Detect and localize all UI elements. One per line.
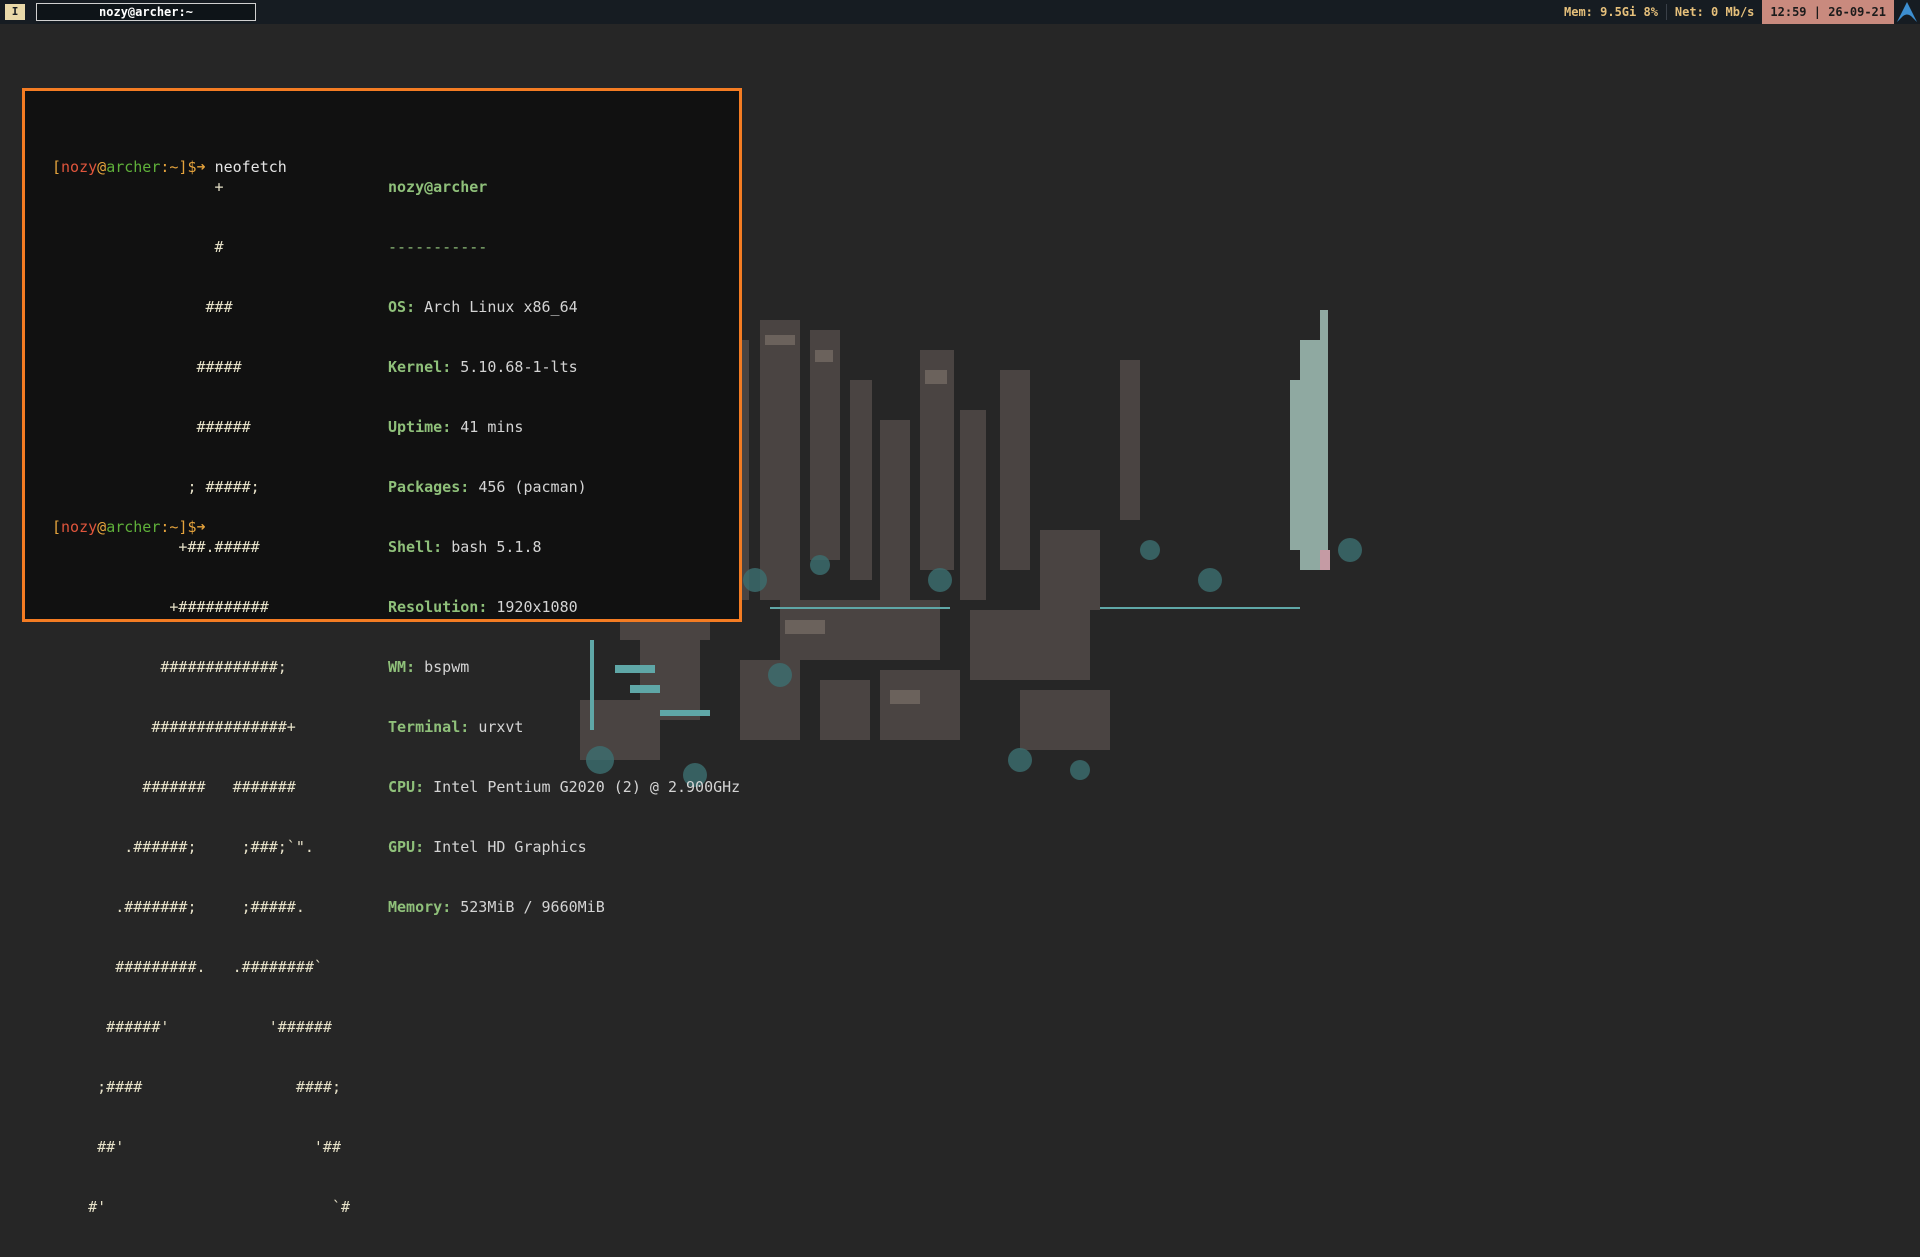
info-key: Resolution (388, 598, 479, 616)
logo-line: +##.##### (52, 538, 260, 556)
info-key: Terminal (388, 718, 461, 736)
logo-line: ##### (52, 358, 242, 376)
info-colon: : (442, 898, 452, 916)
info-row-terminal: Terminal: urxvt (388, 717, 740, 737)
prompt-bracket-close: ]$ (178, 518, 197, 536)
prompt-host: archer (106, 518, 161, 536)
logo-line: +########## (52, 598, 269, 616)
logo-line: ######' '###### (52, 1018, 332, 1036)
network-status: Net: 0 Mb/s (1674, 5, 1755, 19)
info-value: 1920x1080 (496, 598, 578, 616)
info-key: Packages (388, 478, 461, 496)
info-key: Kernel (388, 358, 443, 376)
logo-line: .#######; ;#####. (52, 898, 305, 916)
info-key: Memory (388, 898, 443, 916)
prompt-user: nozy (61, 518, 98, 536)
logo-line: #############; (52, 658, 287, 676)
info-row-resolution: Resolution: 1920x1080 (388, 597, 740, 617)
info-row-kernel: Kernel: 5.10.68-1-lts (388, 357, 740, 377)
clock[interactable]: 12:59 | 26-09-21 (1762, 0, 1894, 24)
info-key: CPU (388, 778, 416, 796)
prompt-line-2[interactable]: [nozy@archer:~]$➜ (52, 517, 206, 537)
info-key: OS (388, 298, 407, 316)
info-key: GPU (388, 838, 416, 856)
terminal-content[interactable]: [nozy@archer:~]$➜ neofetch + # ### #####… (52, 117, 740, 1216)
info-value: 456 (pacman) (478, 478, 587, 496)
logo-line: # (52, 238, 224, 256)
info-value: Arch Linux x86_64 (424, 298, 578, 316)
info-row-shell: Shell: bash 5.1.8 (388, 537, 740, 557)
info-value: 41 mins (460, 418, 524, 436)
info-value: bash 5.1.8 (451, 538, 542, 556)
system-info: nozy@archer ----------- OS: Arch Linux x… (388, 137, 740, 957)
ascii-arch-logo: + # ### ##### ###### ; #####; +##.##### … (52, 137, 350, 1257)
info-row-os: OS: Arch Linux x86_64 (388, 297, 740, 317)
info-row-cpu: CPU: Intel Pentium G2020 (2) @ 2.900GHz (388, 777, 740, 797)
top-bar: I nozy@archer:~ Mem: 9.5Gi 8% Net: 0 Mb/… (0, 0, 1920, 24)
logo-line: ###############+ (52, 718, 296, 736)
prompt-arrow-icon: ➜ (196, 518, 206, 536)
logo-line: + (52, 178, 224, 196)
logo-line: ### (52, 298, 233, 316)
logo-line: ###### (52, 418, 251, 436)
logo-line: ;#### ####; (52, 1078, 341, 1096)
prompt-path: :~ (160, 518, 179, 536)
info-colon: : (406, 658, 416, 676)
prompt-bracket-open: [ (52, 518, 62, 536)
info-key: Shell (388, 538, 434, 556)
workspace-indicator[interactable]: I (5, 4, 25, 20)
info-colon: : (460, 718, 470, 736)
info-value: Intel Pentium G2020 (2) @ 2.900GHz (433, 778, 741, 796)
info-colon: : (415, 838, 425, 856)
logo-line: #' `# (52, 1198, 351, 1216)
info-row-memory: Memory: 523MiB / 9660MiB (388, 897, 740, 917)
logo-line: ; #####; (52, 478, 260, 496)
info-row-packages: Packages: 456 (pacman) (388, 477, 740, 497)
info-row-uptime: Uptime: 41 mins (388, 417, 740, 437)
status-modules: Mem: 9.5Gi 8% Net: 0 Mb/s 12:59 | 26-09-… (1556, 0, 1920, 24)
info-colon: : (442, 358, 452, 376)
info-separator: ----------- (388, 238, 488, 256)
logo-line: .######; ;###;`". (52, 838, 314, 856)
arch-logo-icon[interactable] (1894, 0, 1920, 24)
info-colon: : (460, 478, 470, 496)
logo-line: #########. .########` (52, 958, 323, 976)
info-value: urxvt (478, 718, 524, 736)
window-title[interactable]: nozy@archer:~ (36, 3, 256, 21)
logo-line: ##' '## (52, 1138, 341, 1156)
info-key: Uptime (388, 418, 443, 436)
info-row-wm: WM: bspwm (388, 657, 740, 677)
info-value: bspwm (424, 658, 470, 676)
info-value: 5.10.68-1-lts (460, 358, 578, 376)
info-colon: : (433, 538, 443, 556)
info-colon: : (478, 598, 488, 616)
prompt-at: @ (97, 518, 107, 536)
info-row-gpu: GPU: Intel HD Graphics (388, 837, 740, 857)
logo-line: ####### ####### (52, 778, 296, 796)
info-key: WM (388, 658, 407, 676)
info-value: Intel HD Graphics (433, 838, 587, 856)
memory-status: Mem: 9.5Gi 8% (1564, 5, 1658, 19)
info-colon: : (415, 778, 425, 796)
info-colon: : (406, 298, 416, 316)
info-value: 523MiB / 9660MiB (460, 898, 605, 916)
terminal-window[interactable]: [nozy@archer:~]$➜ neofetch + # ### #####… (22, 88, 742, 1216)
info-colon: : (442, 418, 452, 436)
info-title: nozy@archer (388, 178, 488, 196)
